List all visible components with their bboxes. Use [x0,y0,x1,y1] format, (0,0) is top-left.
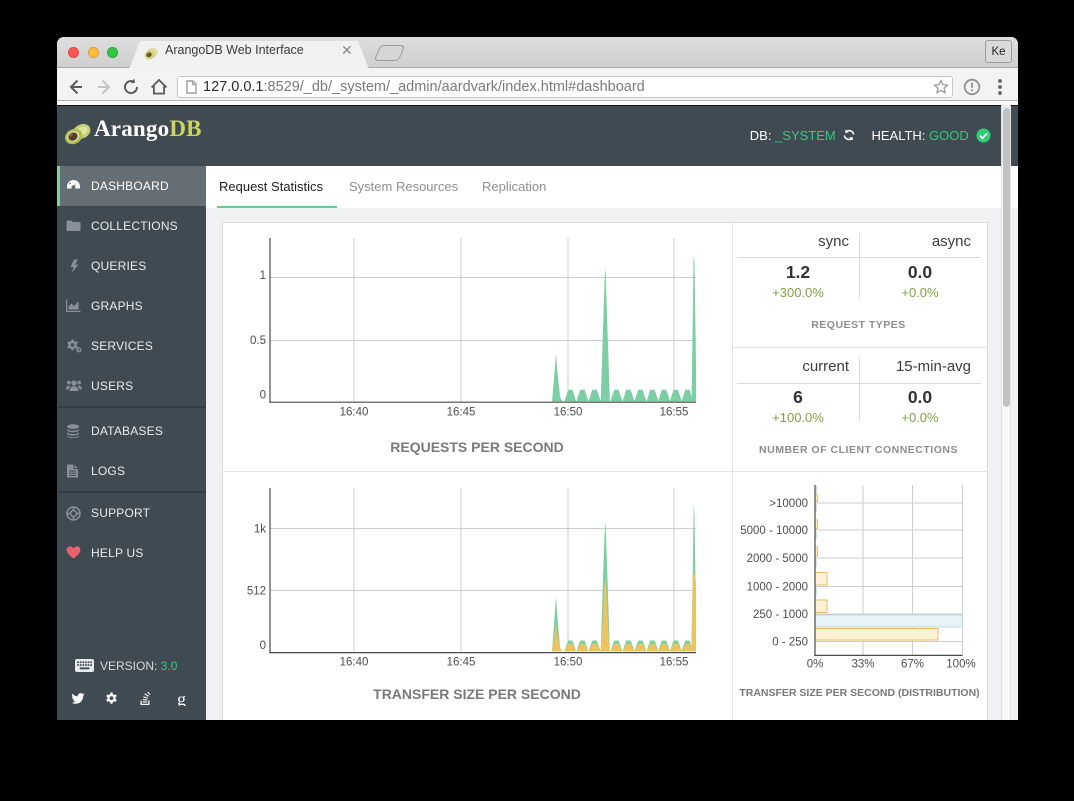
svg-text:1k: 1k [254,523,266,535]
svg-text:16:50: 16:50 [554,406,583,418]
svg-text:g: g [177,692,186,706]
svg-text:0.5: 0.5 [250,335,266,347]
svg-text:5000 - 10000: 5000 - 10000 [740,525,808,537]
svg-text:0 - 250: 0 - 250 [772,637,808,649]
svg-text:16:45: 16:45 [447,656,476,668]
svg-text:67%: 67% [901,658,924,670]
svg-text:REQUESTS PER SECOND: REQUESTS PER SECOND [390,439,563,455]
svg-text:250 - 1000: 250 - 1000 [753,609,808,621]
svg-text:16:50: 16:50 [554,656,583,668]
svg-text:33%: 33% [851,658,874,670]
svg-text:16:55: 16:55 [660,656,689,668]
svg-text:512: 512 [247,585,266,597]
svg-text:16:40: 16:40 [340,656,369,668]
svg-text:100%: 100% [946,658,975,670]
svg-text:TRANSFER SIZE PER SECOND (DIST: TRANSFER SIZE PER SECOND (DISTRIBUTION) [739,687,979,699]
svg-text:2000 - 5000: 2000 - 5000 [747,553,808,565]
svg-text:>10000: >10000 [769,498,808,510]
svg-text:16:45: 16:45 [447,406,476,418]
svg-text:TRANSFER SIZE PER SECOND: TRANSFER SIZE PER SECOND [373,686,581,702]
svg-text:0: 0 [260,640,266,652]
svg-text:16:40: 16:40 [340,406,369,418]
svg-text:1000 - 2000: 1000 - 2000 [747,581,808,593]
svg-text:0: 0 [260,389,266,401]
svg-text:1: 1 [260,270,266,282]
svg-text:16:55: 16:55 [660,406,689,418]
svg-text:0%: 0% [807,658,824,670]
